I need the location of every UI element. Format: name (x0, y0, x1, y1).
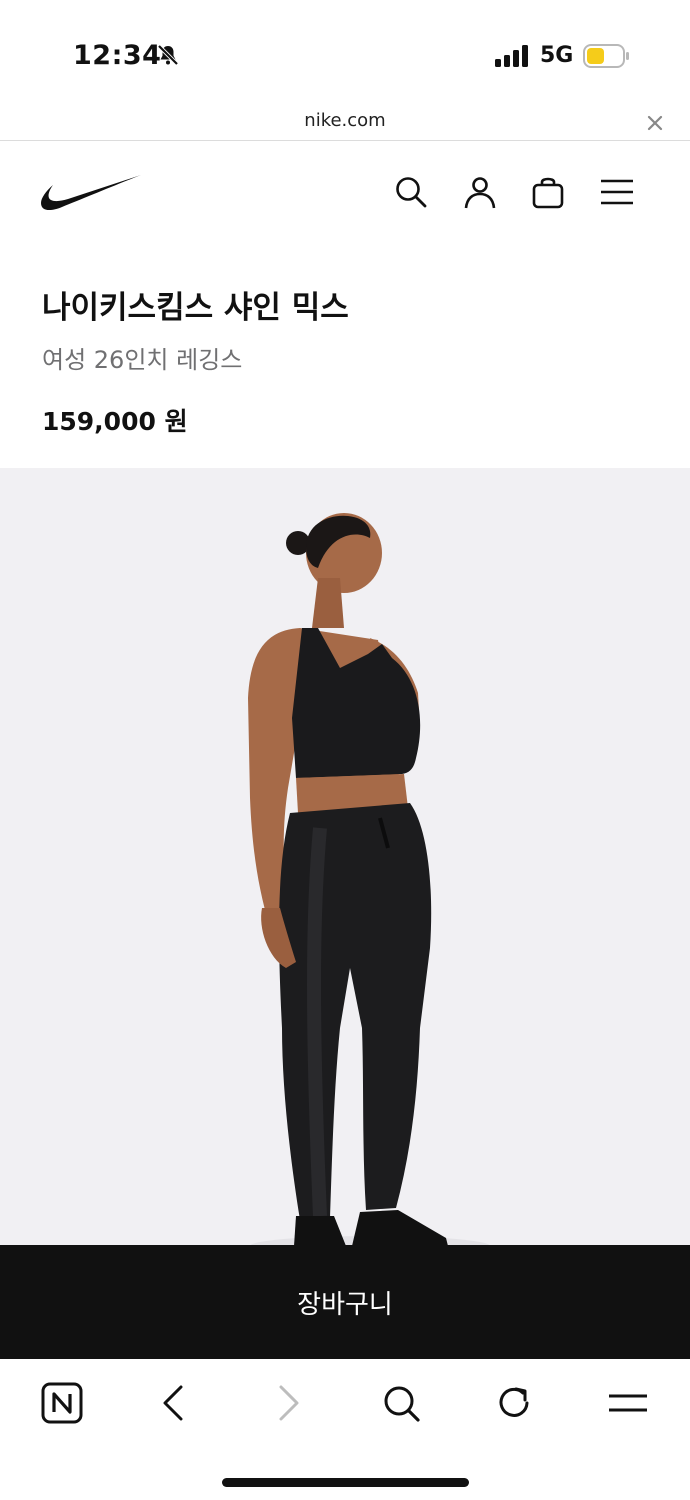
search-icon[interactable] (379, 1381, 423, 1425)
add-to-cart-button[interactable]: 장바구니 (0, 1245, 690, 1359)
status-bar: 12:34 5G (0, 0, 690, 105)
naver-home-icon[interactable] (40, 1381, 84, 1425)
url-bar[interactable]: nike.com (0, 105, 690, 141)
forward-icon[interactable] (266, 1381, 310, 1425)
back-icon[interactable] (152, 1381, 196, 1425)
reload-icon[interactable] (493, 1381, 537, 1425)
product-subtitle: 여성 26인치 레깅스 (42, 346, 243, 374)
bag-icon[interactable] (531, 175, 565, 209)
nike-swoosh-logo[interactable] (40, 174, 142, 212)
battery-icon (583, 44, 629, 68)
network-type: 5G (540, 43, 574, 68)
status-time: 12:34 (73, 40, 162, 71)
model-illustration (248, 513, 490, 1246)
signal-icon (495, 45, 528, 67)
bell-slash-icon (157, 44, 179, 66)
menu-icon[interactable] (600, 175, 634, 209)
search-icon[interactable] (394, 175, 428, 209)
user-icon[interactable] (463, 175, 497, 209)
home-indicator[interactable] (222, 1478, 469, 1487)
menu-icon[interactable] (606, 1381, 650, 1425)
product-image[interactable] (0, 468, 690, 1246)
product-title: 나이키스킴스 샤인 믹스 (42, 290, 349, 326)
add-to-cart-label: 장바구니 (297, 1289, 393, 1320)
close-icon[interactable] (645, 113, 665, 133)
site-header (0, 141, 690, 241)
product-price: 159,000 원 (42, 407, 188, 436)
url-text[interactable]: nike.com (0, 110, 690, 131)
